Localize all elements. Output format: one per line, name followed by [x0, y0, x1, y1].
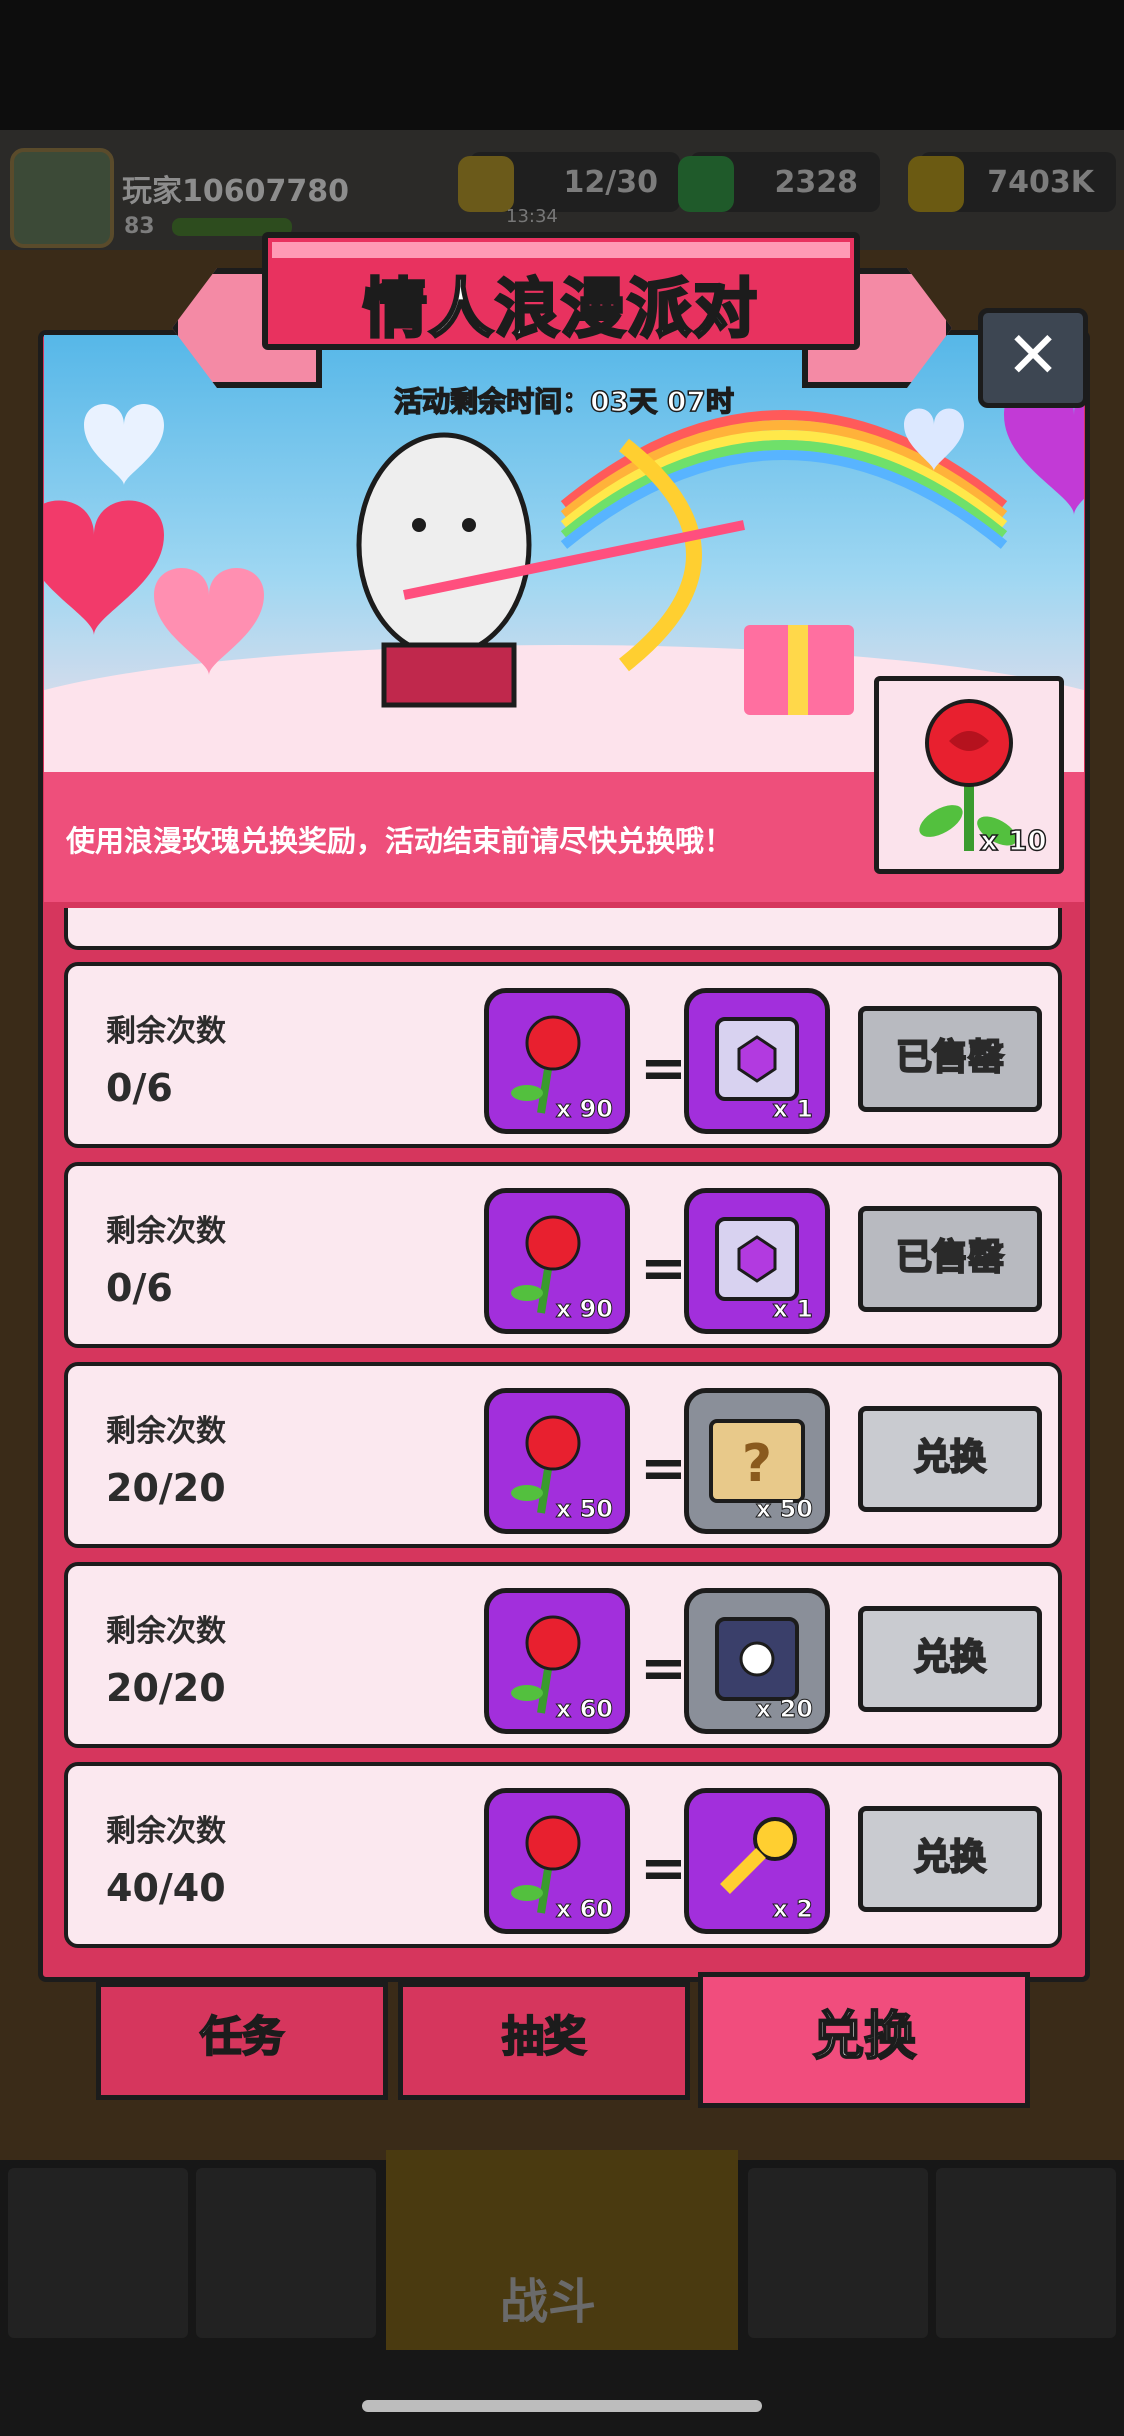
- equals-sign: =: [640, 1636, 687, 1701]
- sold-out-button[interactable]: 已售罄: [858, 1206, 1042, 1312]
- gem-counter: 2328: [678, 152, 880, 212]
- cost-qty: x 60: [555, 1695, 613, 1724]
- tab-lottery[interactable]: 抽奖: [398, 1982, 690, 2100]
- avatar: [10, 148, 114, 248]
- weapon-nav-icon: [196, 2168, 376, 2338]
- exchange-button[interactable]: 兑换: [858, 1406, 1042, 1512]
- exchange-row: 剩余次数 0/6 x 90 = x 1 已售罄: [64, 1162, 1062, 1348]
- gene-nav-icon: [936, 2168, 1116, 2338]
- remaining-label: 剩余次数: [106, 1814, 226, 1849]
- reward-qty: x 2: [772, 1895, 814, 1924]
- reward-qty: x 1: [772, 1295, 814, 1324]
- exchange-button[interactable]: 兑换: [858, 1606, 1042, 1712]
- equals-sign: =: [640, 1436, 687, 1501]
- player-name: 玩家10607780: [122, 174, 349, 209]
- rose-cost-item: x 60: [484, 1788, 630, 1934]
- rose-cost-item: x 50: [484, 1388, 630, 1534]
- equals-sign: =: [640, 1036, 687, 1101]
- equals-sign: =: [640, 1836, 687, 1901]
- status-bar-area: [0, 0, 1124, 130]
- reward-item: x 1: [684, 988, 830, 1134]
- list-item-partial: [64, 908, 1062, 950]
- tab-exchange[interactable]: 兑换: [698, 1972, 1030, 2108]
- shop-nav-icon: [8, 2168, 188, 2338]
- remaining-count: 0/6: [106, 1066, 173, 1110]
- instruction-text: 使用浪漫玫瑰兑换奖励，活动结束前请尽快兑换哦！: [66, 824, 734, 858]
- exchange-row: 剩余次数 40/40 x 60 = x 2 兑换: [64, 1762, 1062, 1948]
- cost-qty: x 90: [555, 1095, 613, 1124]
- remaining-count: 0/6: [106, 1266, 173, 1310]
- remaining-count: 20/20: [106, 1466, 226, 1510]
- reward-item: x 1: [684, 1188, 830, 1334]
- coin-counter: 7403K: [908, 152, 1116, 212]
- rose-cost-item: x 60: [484, 1588, 630, 1734]
- arena-nav-icon: [748, 2168, 928, 2338]
- event-timer: 活动剩余时间：03天 07时: [393, 384, 734, 419]
- player-level: 83: [124, 214, 155, 239]
- cost-qty: x 60: [555, 1895, 613, 1924]
- battle-nav-label: 战斗: [500, 2274, 597, 2330]
- svg-text:?: ?: [742, 1434, 772, 1494]
- cost-qty: x 50: [555, 1495, 613, 1524]
- reward-qty: x 1: [772, 1095, 814, 1124]
- remaining-label: 剩余次数: [106, 1214, 226, 1249]
- exchange-row: 剩余次数 20/20 x 60 = x 20 兑换: [64, 1562, 1062, 1748]
- reward-qty: x 20: [755, 1695, 813, 1724]
- exchange-button[interactable]: 兑换: [858, 1806, 1042, 1912]
- rose-count: x 10: [979, 823, 1047, 858]
- energy-counter: 12/30: [458, 152, 680, 212]
- home-indicator: [362, 2400, 762, 2412]
- remaining-label: 剩余次数: [106, 1614, 226, 1649]
- lightning-icon: [458, 156, 514, 212]
- remaining-count: 20/20: [106, 1666, 226, 1710]
- cost-qty: x 90: [555, 1295, 613, 1324]
- tab-tasks[interactable]: 任务: [96, 1982, 388, 2100]
- title-ribbon-stripe: [272, 242, 850, 258]
- reward-item: x 2: [684, 1788, 830, 1934]
- reward-qty: x 50: [755, 1495, 813, 1524]
- rose-cost-item: x 90: [484, 1188, 630, 1334]
- exchange-list[interactable]: 剩余次数 0/6 x 90 = x 1 已售罄 剩余次数 0/6 x 90 = …: [56, 908, 1068, 1960]
- reward-item: x 20: [684, 1588, 830, 1734]
- equals-sign: =: [640, 1236, 687, 1301]
- remaining-label: 剩余次数: [106, 1414, 226, 1449]
- reward-item: ? x 50: [684, 1388, 830, 1534]
- rose-cost-item: x 90: [484, 988, 630, 1134]
- remaining-label: 剩余次数: [106, 1014, 226, 1049]
- energy-timer: 13:34: [506, 206, 558, 227]
- remaining-count: 40/40: [106, 1866, 226, 1910]
- sold-out-button[interactable]: 已售罄: [858, 1006, 1042, 1112]
- exchange-row: 剩余次数 20/20 x 50 = ? x 50 兑换: [64, 1362, 1062, 1548]
- event-title: 情人浪漫派对: [362, 272, 759, 349]
- gem-icon: [678, 156, 734, 212]
- coin-icon: [908, 156, 964, 212]
- exchange-row: 剩余次数 0/6 x 90 = x 1 已售罄: [64, 962, 1062, 1148]
